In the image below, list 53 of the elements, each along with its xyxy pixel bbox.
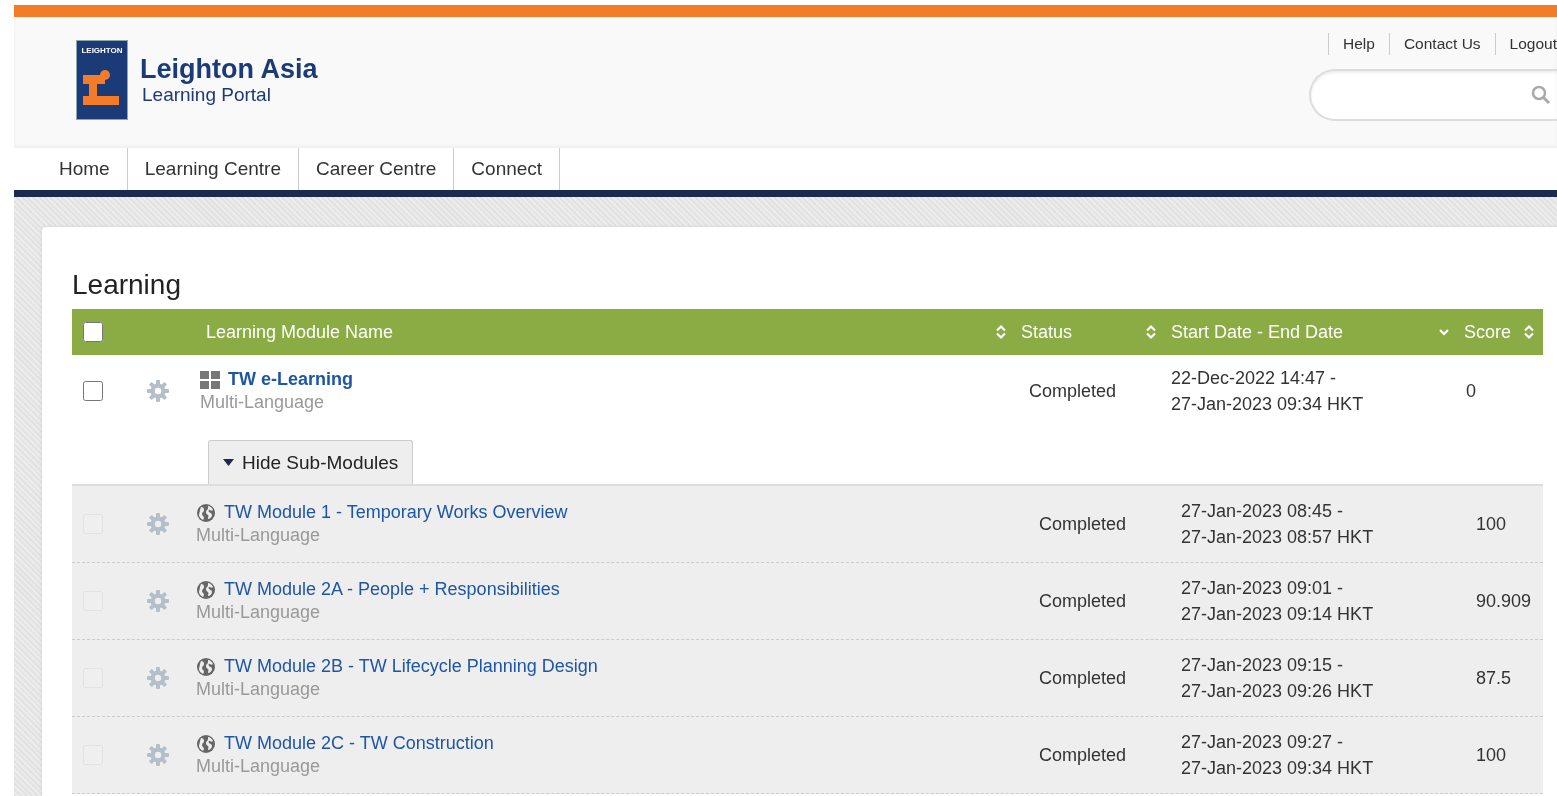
gear-icon[interactable] bbox=[145, 512, 170, 536]
grid-icon bbox=[200, 370, 220, 389]
language-label: Multi-Language bbox=[196, 756, 322, 777]
logo-badge-text: LEIGHTON bbox=[81, 46, 123, 55]
score-text: 100 bbox=[1476, 744, 1507, 765]
search-icon[interactable] bbox=[1531, 85, 1551, 105]
logo-subtitle: Learning Portal bbox=[142, 84, 272, 106]
language-label: Multi-Language bbox=[196, 602, 322, 623]
start-date: 27-Jan-2023 09:01 - bbox=[1181, 577, 1344, 600]
start-date: 27-Jan-2023 09:27 - bbox=[1181, 731, 1344, 754]
language-label: Multi-Language bbox=[196, 525, 322, 546]
language-label: Multi-Language bbox=[196, 679, 322, 700]
end-date: 27-Jan-2023 09:34 HKT bbox=[1171, 393, 1364, 416]
status-text: Completed bbox=[1039, 744, 1127, 765]
score-text: 0 bbox=[1466, 380, 1476, 401]
globe-icon bbox=[196, 656, 216, 677]
sort-icon[interactable] bbox=[1145, 324, 1157, 340]
start-date: 27-Jan-2023 08:45 - bbox=[1181, 500, 1344, 523]
end-date: 27-Jan-2023 09:14 HKT bbox=[1181, 603, 1374, 626]
start-date: 27-Jan-2023 09:15 - bbox=[1181, 654, 1344, 677]
sort-icon[interactable] bbox=[995, 324, 1007, 340]
gear-icon[interactable] bbox=[145, 379, 170, 403]
header-link[interactable]: Logout bbox=[1494, 33, 1557, 55]
caret-down-icon bbox=[223, 459, 234, 466]
select-all-checkbox[interactable] bbox=[83, 322, 103, 342]
row-checkbox[interactable] bbox=[83, 381, 103, 401]
header-link[interactable]: Help bbox=[1328, 33, 1389, 55]
status-text: Completed bbox=[1039, 590, 1127, 611]
sort-descending-icon[interactable] bbox=[1438, 327, 1450, 337]
search-field[interactable] bbox=[1309, 69, 1557, 121]
status-text: Completed bbox=[1039, 667, 1127, 688]
score-text: 100 bbox=[1476, 513, 1507, 534]
score-text: 87.5 bbox=[1476, 667, 1512, 688]
status-text: Completed bbox=[1029, 380, 1117, 401]
toggle-sub-modules-button[interactable]: Hide Sub-Modules bbox=[208, 440, 414, 484]
start-date: 22-Dec-2022 14:47 - bbox=[1171, 367, 1337, 390]
logo-title: Leighton Asia bbox=[140, 54, 318, 84]
section-title: Learning bbox=[72, 269, 181, 301]
end-date: 27-Jan-2023 09:34 HKT bbox=[1181, 757, 1374, 780]
end-date: 27-Jan-2023 09:26 HKT bbox=[1181, 680, 1374, 703]
sort-icon[interactable] bbox=[1523, 324, 1535, 340]
status-text: Completed bbox=[1039, 513, 1127, 534]
score-text: 90.909 bbox=[1476, 590, 1532, 611]
gear-icon[interactable] bbox=[145, 589, 170, 613]
globe-icon bbox=[196, 502, 216, 523]
gear-icon[interactable] bbox=[145, 743, 170, 767]
end-date: 27-Jan-2023 08:57 HKT bbox=[1181, 526, 1374, 549]
module-link[interactable]: TW e-Learning bbox=[228, 369, 353, 390]
header-link[interactable]: Contact Us bbox=[1388, 33, 1495, 55]
globe-icon bbox=[196, 579, 216, 600]
gear-icon[interactable] bbox=[145, 666, 170, 690]
globe-icon bbox=[196, 733, 216, 754]
language-label: Multi-Language bbox=[200, 392, 326, 413]
